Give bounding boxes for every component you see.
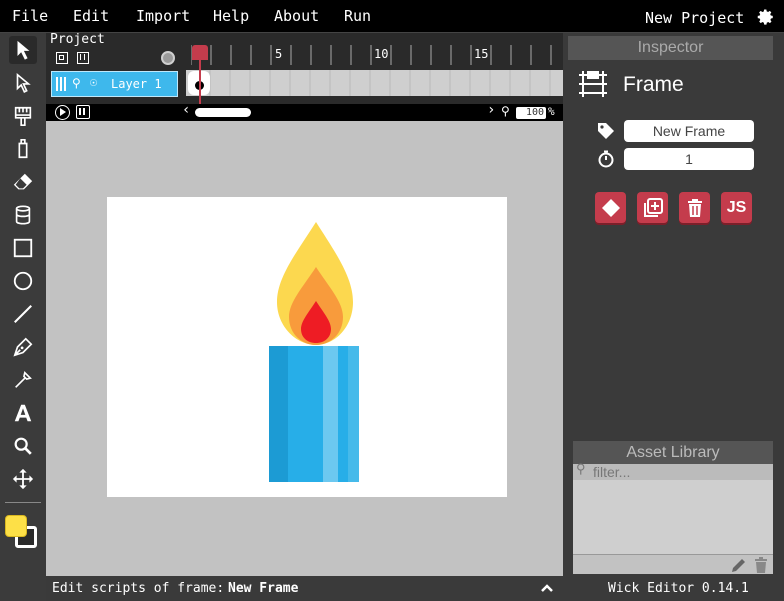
project-name[interactable]: New Project — [645, 9, 744, 27]
frame-duration-input[interactable]: 1 — [624, 148, 754, 170]
candle-shade-left — [269, 346, 288, 482]
zoom-small-icon: ⚲ — [501, 104, 510, 118]
asset-library-title: Asset Library — [626, 444, 720, 461]
candle-drawing[interactable] — [107, 197, 507, 497]
duplicate-frame-button[interactable] — [637, 192, 668, 223]
diamond-icon — [601, 198, 620, 217]
menu-run[interactable]: Run — [344, 7, 371, 25]
add-layer-icon[interactable] — [56, 52, 68, 64]
timeline-controls: ‹ › ⚲ 100 % — [46, 102, 563, 121]
candle-highlight — [323, 346, 338, 482]
pause-icon[interactable] — [76, 105, 90, 119]
frame-ruler[interactable]: 5 10 15 — [191, 45, 563, 65]
layer-name[interactable]: Layer 1 — [111, 77, 162, 91]
pencil-icon[interactable] — [9, 135, 37, 163]
timeline: Project 5 10 15 ⚲ ☉ Layer 1 ‹ › ⚲ 100 % — [46, 32, 563, 121]
expand-scripts-icon[interactable] — [539, 580, 555, 596]
ellipse-icon[interactable] — [9, 267, 37, 295]
stage[interactable] — [107, 197, 507, 497]
timer-icon — [597, 150, 615, 168]
tag-icon — [597, 122, 615, 140]
copy-icon — [643, 197, 663, 217]
scroll-right-icon[interactable]: › — [487, 102, 495, 118]
rectangle-icon[interactable] — [9, 234, 37, 262]
brush-icon[interactable] — [9, 102, 37, 130]
candle-shade-right — [348, 346, 359, 482]
tool-bar — [0, 33, 46, 601]
line-icon[interactable] — [9, 300, 37, 328]
onion-skin-icon[interactable] — [161, 51, 175, 65]
asset-trash-icon[interactable] — [753, 557, 769, 573]
inspector-header: Inspector — [568, 36, 773, 60]
frame-name-input[interactable]: New Frame — [624, 120, 754, 142]
asset-filter-field[interactable]: ⚲ filter... — [573, 462, 773, 480]
toolbar-divider — [5, 502, 41, 503]
eyedropper-icon[interactable] — [9, 366, 37, 394]
frame-type-icon — [577, 68, 609, 100]
menu-file[interactable]: File — [12, 7, 48, 25]
filter-search-icon: ⚲ — [576, 462, 586, 477]
script-status-bar[interactable]: Edit scripts of frame: New Frame — [46, 576, 563, 601]
inspector-title: Inspector — [637, 39, 704, 56]
menu-help[interactable]: Help — [213, 7, 249, 25]
inspector-panel: Inspector Frame New Frame 1 JS Asset Lib… — [563, 33, 784, 601]
playhead-handle[interactable] — [192, 45, 208, 60]
status-prefix: Edit scripts of frame: — [52, 581, 225, 596]
menu-bar: File Edit Import Help About Run New Proj… — [0, 0, 784, 33]
pencil-edit-icon[interactable] — [731, 557, 747, 573]
play-icon[interactable] — [55, 105, 70, 120]
trash-icon — [687, 198, 702, 217]
fill-bucket-icon[interactable] — [9, 201, 37, 229]
edit-js-button[interactable]: JS — [721, 192, 752, 223]
ruler-label-5: 5 — [275, 47, 283, 61]
delete-layer-icon[interactable] — [77, 52, 89, 64]
playhead-line — [199, 59, 201, 107]
timeline-zoom-input[interactable]: 100 — [516, 107, 546, 119]
asset-library-footer — [573, 554, 773, 574]
menu-about[interactable]: About — [274, 7, 319, 25]
path-select-icon[interactable] — [9, 69, 37, 97]
delete-frame-button[interactable] — [679, 192, 710, 223]
hide-icon[interactable]: ☉ — [90, 75, 97, 89]
ruler-label-15: 15 — [474, 47, 489, 61]
frames-track[interactable] — [186, 70, 563, 96]
eraser-icon[interactable] — [9, 168, 37, 196]
drag-handle-icon[interactable] — [56, 77, 68, 91]
status-frame-name: New Frame — [228, 581, 299, 596]
text-icon[interactable] — [9, 399, 37, 427]
menu-import[interactable]: Import — [136, 7, 190, 25]
zoom-percent: % — [548, 105, 555, 118]
pen-icon[interactable] — [9, 333, 37, 361]
lock-icon[interactable]: ⚲ — [72, 76, 81, 90]
layer-item[interactable]: ⚲ ☉ Layer 1 — [51, 71, 178, 97]
timeline-scrollbar[interactable] — [195, 108, 251, 117]
fill-color-swatch[interactable] — [5, 515, 27, 537]
asset-library-header: Asset Library — [573, 441, 773, 465]
selection-type: Frame — [623, 73, 684, 96]
menu-edit[interactable]: Edit — [73, 7, 109, 25]
version-label: Wick Editor 0.14.1 — [608, 581, 749, 596]
scroll-left-icon[interactable]: ‹ — [182, 102, 190, 118]
ruler-label-10: 10 — [374, 47, 389, 61]
timeline-header: Project — [50, 32, 105, 47]
keyframe-button[interactable] — [595, 192, 626, 223]
select-icon[interactable] — [9, 36, 37, 64]
pan-icon[interactable] — [9, 465, 37, 493]
asset-filter-placeholder: filter... — [593, 464, 631, 480]
zoom-icon[interactable] — [9, 432, 37, 460]
gear-icon[interactable] — [757, 8, 775, 26]
